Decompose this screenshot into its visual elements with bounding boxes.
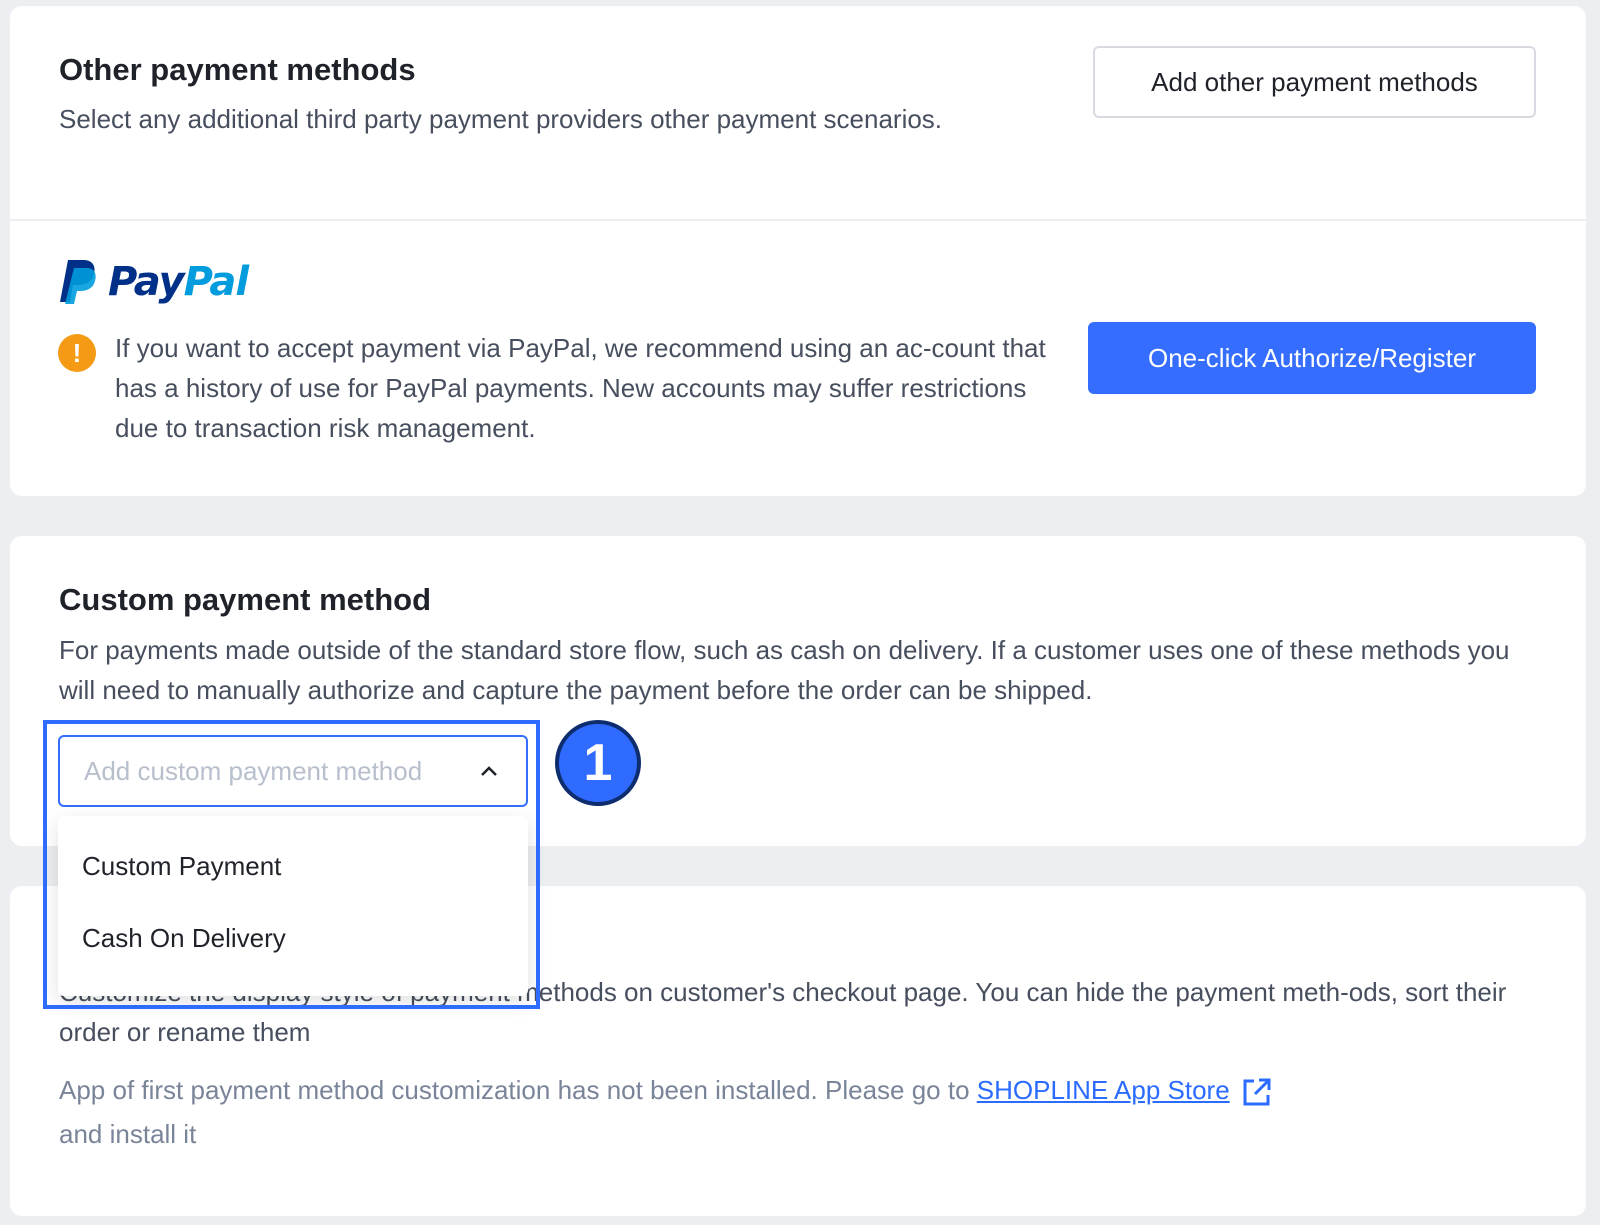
paypal-p-icon — [60, 260, 96, 304]
external-link-icon[interactable] — [1240, 1075, 1274, 1109]
custom-payment-method-description: For payments made outside of the standar… — [59, 635, 1510, 705]
one-click-authorize-button[interactable]: One-click Authorize/Register — [1088, 322, 1536, 394]
add-other-payment-methods-button[interactable]: Add other payment methods — [1093, 46, 1536, 118]
step-number-badge: 1 — [555, 720, 641, 806]
divider — [10, 219, 1586, 221]
warning-icon: ! — [58, 334, 96, 372]
chevron-up-icon — [481, 766, 497, 776]
paypal-logo: PayPal — [58, 258, 249, 306]
other-payment-methods-description: Select any additional third party paymen… — [59, 104, 943, 134]
other-payment-methods-title: Other payment methods — [59, 52, 416, 87]
add-custom-payment-method-select[interactable]: Add custom payment method — [58, 735, 528, 807]
shopline-app-store-link[interactable]: SHOPLINE App Store — [977, 1075, 1230, 1105]
paypal-wordmark: PayPal — [108, 259, 249, 305]
payment-settings-page: Other payment methods Select any additio… — [0, 0, 1600, 1225]
custom-payment-method-title: Custom payment method — [59, 582, 432, 617]
app-not-installed-notice: App of first payment method customizatio… — [59, 1068, 1459, 1156]
dropdown-item-custom-payment[interactable]: Custom Payment — [58, 830, 528, 902]
custom-payment-dropdown-menu: Custom Payment Cash On Delivery — [58, 816, 528, 996]
other-payment-methods-card: Other payment methods Select any additio… — [10, 6, 1586, 496]
dropdown-item-cash-on-delivery[interactable]: Cash On Delivery — [58, 902, 528, 974]
paypal-warning-text: If you want to accept payment via PayPal… — [115, 333, 1046, 443]
select-placeholder: Add custom payment method — [84, 755, 423, 786]
